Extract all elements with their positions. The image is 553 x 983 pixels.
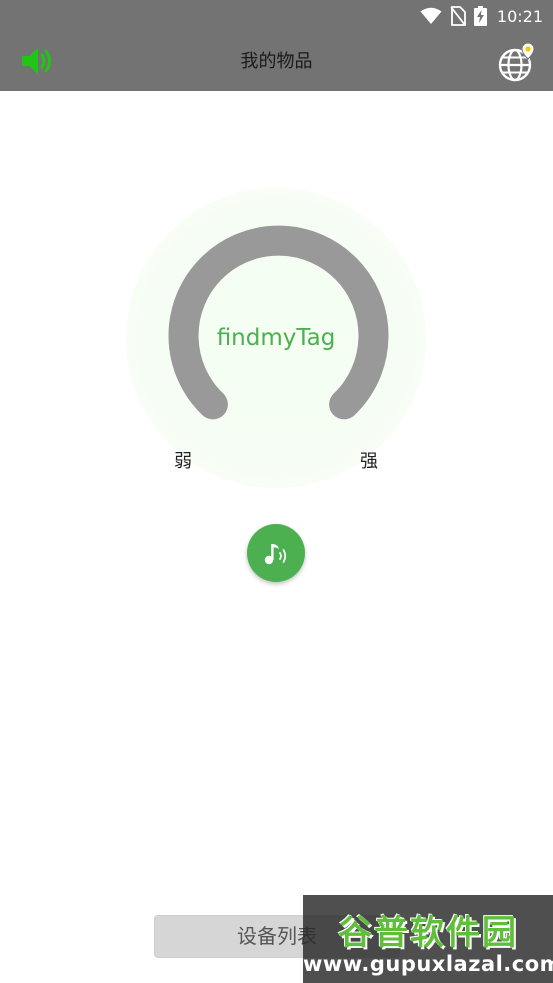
watermark: 谷普软件园 www.gupuxlazal.com bbox=[303, 895, 553, 983]
music-note-sound-icon bbox=[264, 544, 287, 565]
signal-strength-panel: findmyTag 弱 强 bbox=[126, 188, 426, 488]
map-location-button[interactable] bbox=[497, 40, 539, 84]
page-title: 我的物品 bbox=[240, 51, 313, 72]
signal-gauge-arc bbox=[168, 225, 389, 420]
status-bar: 10:21 bbox=[0, 0, 553, 32]
weak-label: 弱 bbox=[174, 451, 192, 472]
wifi-icon bbox=[420, 7, 442, 24]
battery-charging-icon bbox=[473, 6, 487, 26]
no-sim-icon bbox=[450, 6, 466, 26]
status-icons: 10:21 bbox=[420, 4, 543, 28]
watermark-brand: 谷普软件园 bbox=[338, 913, 518, 953]
ring-sound-button[interactable] bbox=[247, 524, 305, 582]
device-name: findmyTag bbox=[216, 325, 336, 351]
watermark-url: www.gupuxlazal.com bbox=[303, 952, 553, 976]
strong-label: 强 bbox=[360, 451, 378, 472]
globe-location-icon bbox=[498, 42, 535, 82]
status-time: 10:21 bbox=[496, 6, 543, 26]
app-bar: 我的物品 bbox=[0, 32, 553, 91]
